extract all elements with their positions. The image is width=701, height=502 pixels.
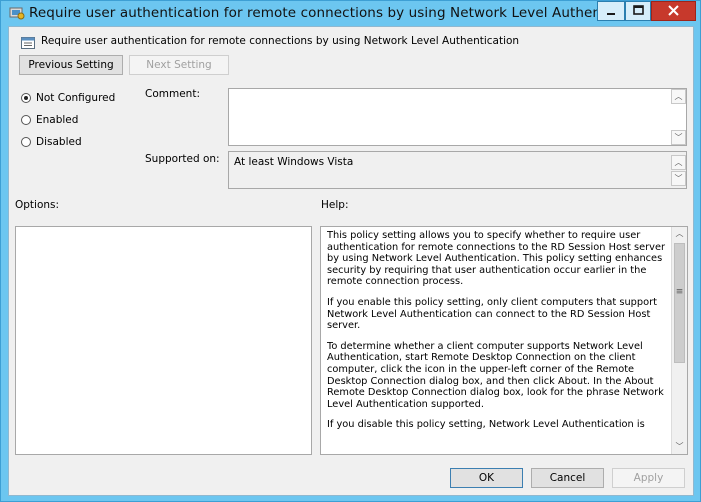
scroll-grip-icon: ≡ [675,287,684,297]
radio-indicator [21,137,31,147]
radio-disabled[interactable]: Disabled [21,136,82,148]
policy-dialog-window: Require user authentication for remote c… [0,0,701,502]
help-paragraph: If you disable this policy setting, Netw… [327,419,645,431]
scroll-up-icon[interactable]: ︿ [671,155,686,170]
supported-on-label: Supported on: [145,153,220,165]
options-panel [15,226,312,455]
radio-enabled[interactable]: Enabled [21,114,78,126]
next-setting-button[interactable]: Next Setting [129,55,229,75]
title-bar[interactable]: Require user authentication for remote c… [1,1,700,25]
ok-button[interactable]: OK [450,468,523,488]
policy-setting-icon [21,37,35,49]
radio-selected-indicator [21,93,31,103]
minimize-button[interactable] [597,1,625,21]
scroll-down-icon[interactable]: ﹀ [671,130,686,145]
cancel-button[interactable]: Cancel [531,468,604,488]
scroll-up-icon[interactable]: ︿ [672,227,687,241]
help-paragraph: This policy setting allows you to specif… [327,230,666,288]
maximize-button[interactable] [625,1,651,21]
app-icon [9,7,25,20]
dialog-client-area: Require user authentication for remote c… [8,26,694,496]
radio-not-configured-label: Not Configured [36,92,116,104]
help-paragraph: To determine whether a client computer s… [327,340,664,410]
help-paragraph: If you enable this policy setting, only … [327,296,657,332]
previous-setting-button[interactable]: Previous Setting [19,55,123,75]
close-button[interactable] [651,1,696,21]
help-scrollbar[interactable]: ︿ ≡ ﹀ [671,227,687,454]
close-icon [668,5,679,16]
comment-textarea[interactable]: ︿ ﹀ [228,88,687,146]
maximize-icon [633,5,644,15]
window-title: Require user authentication for remote c… [29,5,620,21]
help-text: This policy setting allows you to specif… [327,230,667,440]
supported-on-field[interactable]: At least Windows Vista ︿ ﹀ [228,151,687,189]
scroll-down-icon[interactable]: ﹀ [672,440,687,454]
apply-button[interactable]: Apply [612,468,685,488]
scroll-up-icon[interactable]: ︿ [671,89,686,104]
scroll-thumb[interactable] [674,243,685,363]
radio-enabled-label: Enabled [36,114,79,126]
scroll-down-icon[interactable]: ﹀ [671,171,686,186]
radio-indicator [21,115,31,125]
radio-disabled-label: Disabled [36,136,82,148]
radio-not-configured[interactable]: Not Configured [21,92,115,104]
minimize-icon [607,13,615,15]
comment-label: Comment: [145,88,200,100]
options-label: Options: [15,199,60,211]
policy-name: Require user authentication for remote c… [41,35,520,47]
help-label: Help: [321,199,349,211]
supported-on-value: At least Windows Vista [234,156,354,168]
help-panel[interactable]: This policy setting allows you to specif… [320,226,688,455]
